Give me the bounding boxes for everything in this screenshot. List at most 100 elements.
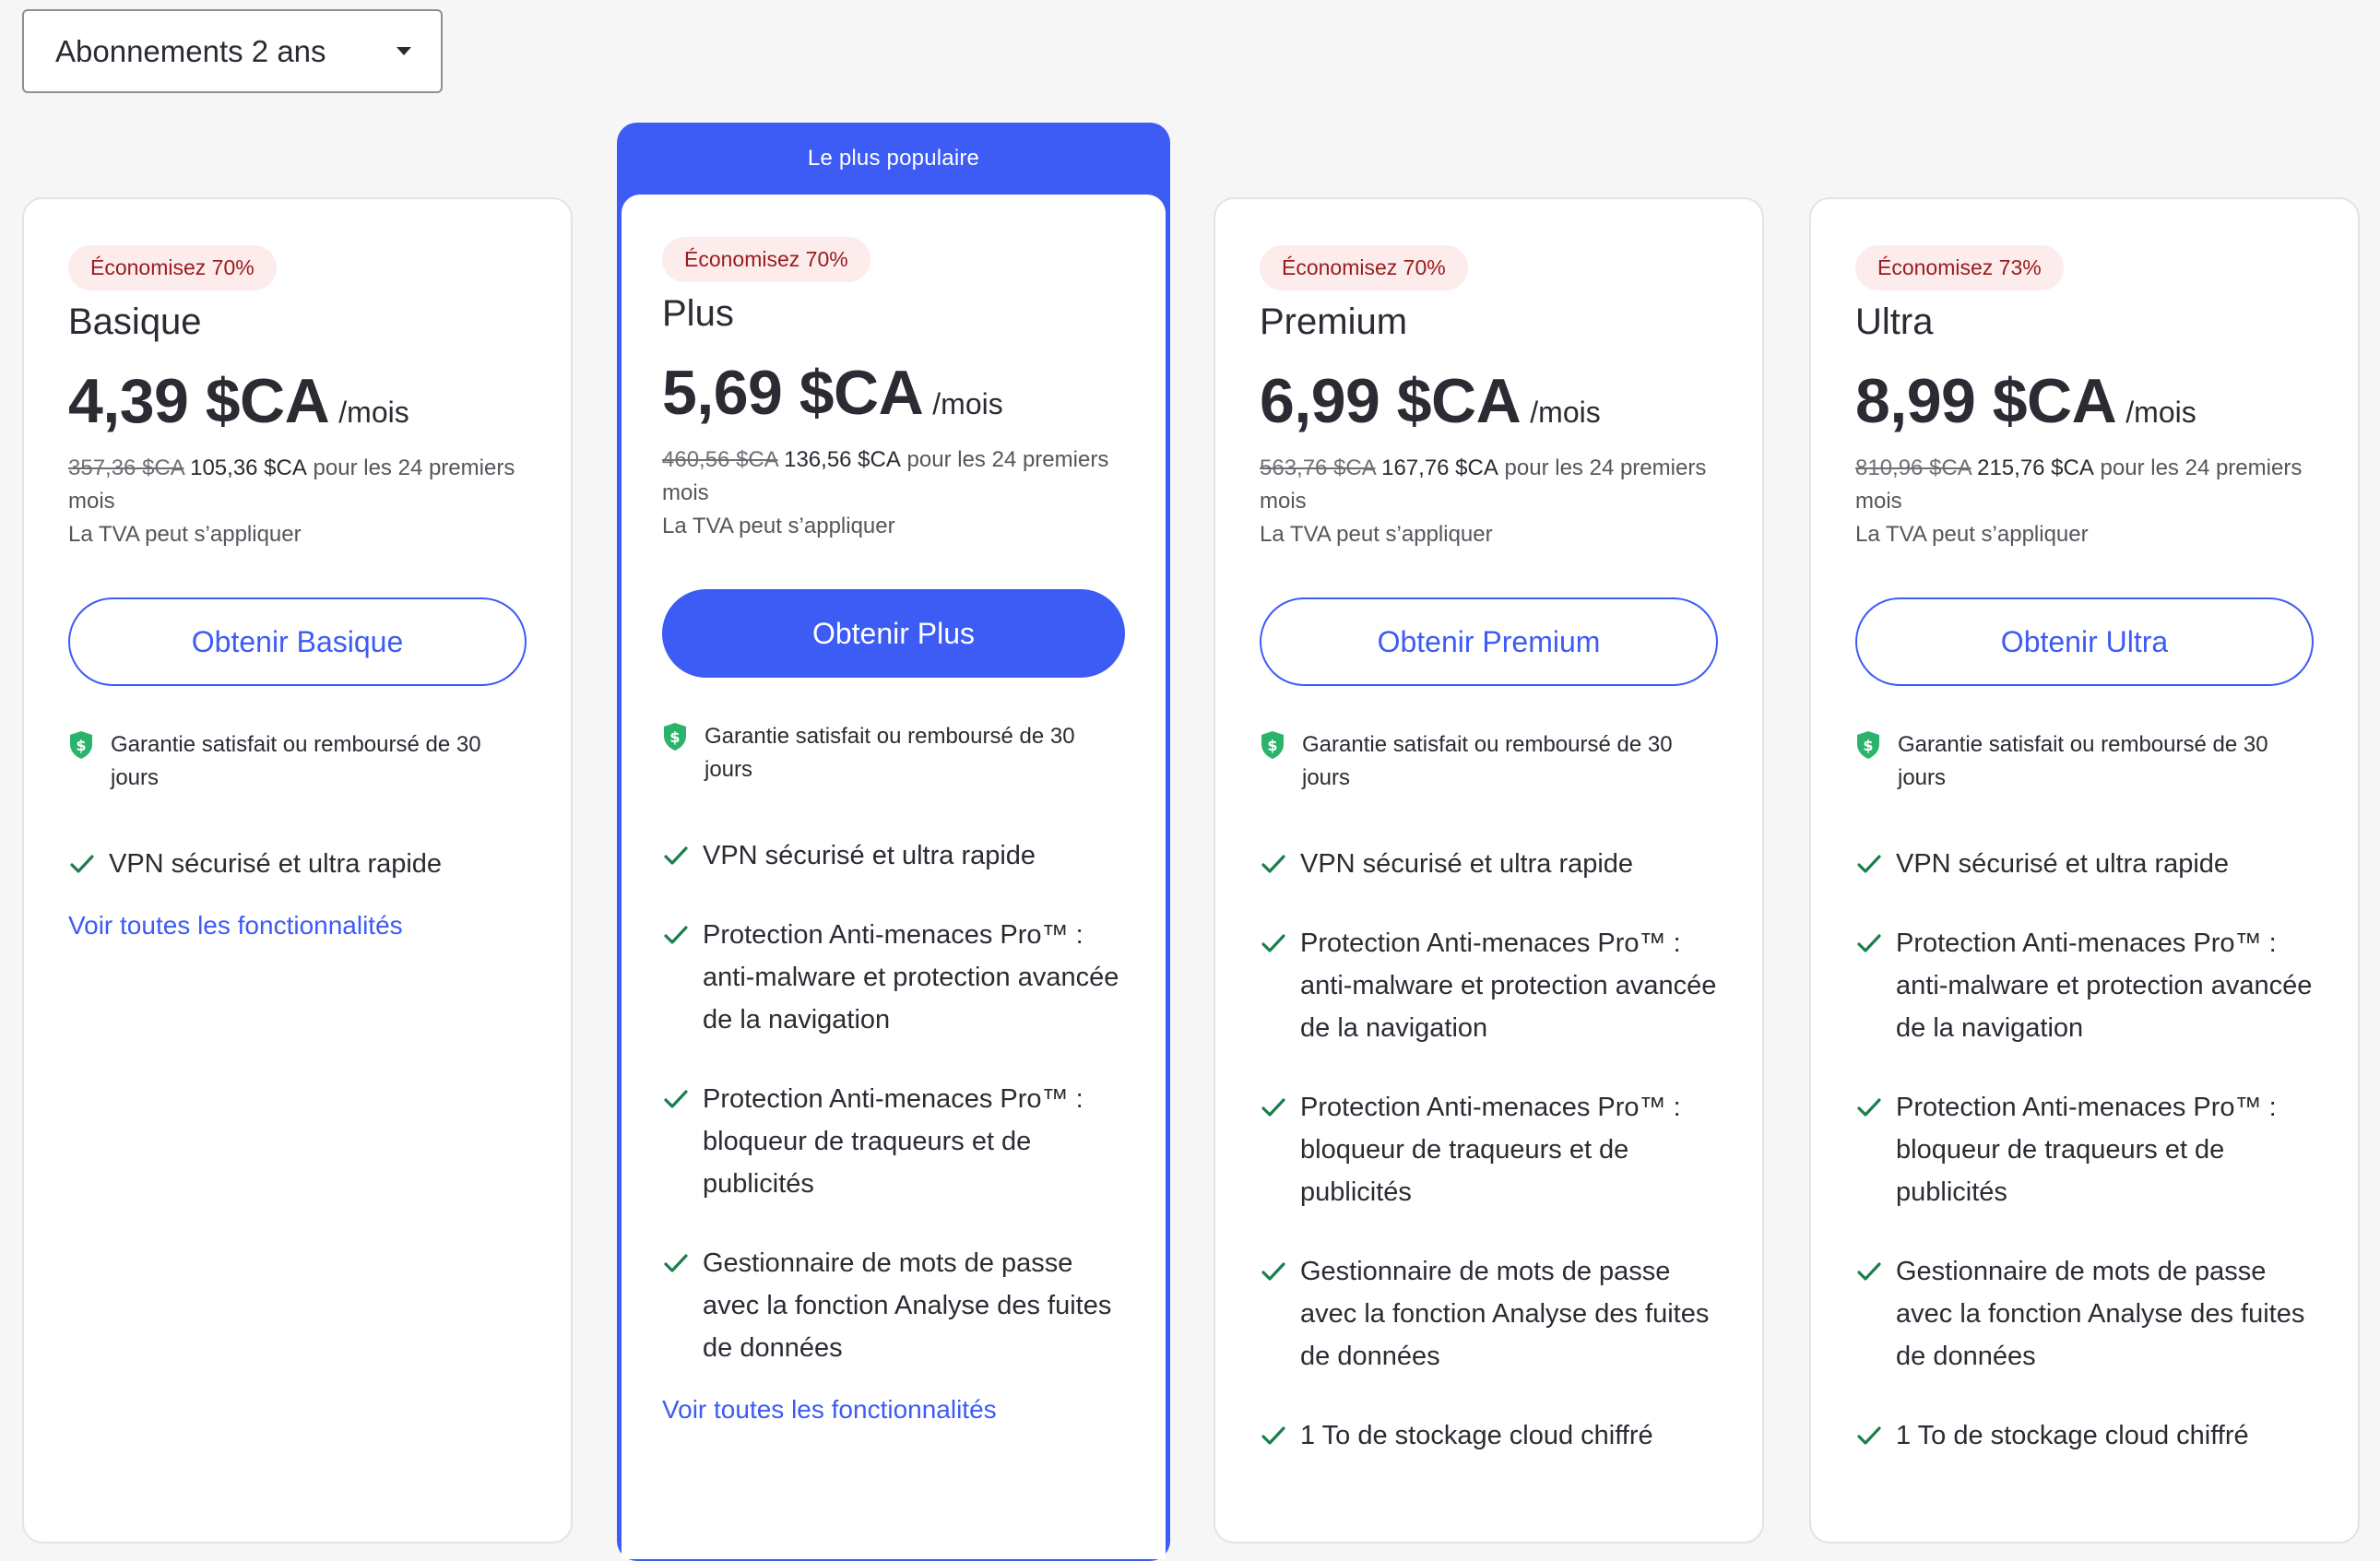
checkmark-icon bbox=[1261, 1098, 1285, 1117]
old-price: 563,76 $CA bbox=[1260, 455, 1376, 480]
feature-text: Protection Anti-menaces Pro™ : anti-malw… bbox=[1896, 928, 2313, 1043]
plan-card-basique: Économisez 70% Basique 4,39 $CA /mois 35… bbox=[22, 197, 573, 1543]
caret-down-icon bbox=[397, 47, 411, 55]
feature-item: VPN sécurisé et ultra rapide bbox=[662, 834, 1125, 877]
plan-price: 6,99 $CA bbox=[1260, 366, 1522, 436]
svg-text:$: $ bbox=[1267, 737, 1277, 754]
vat-note: La TVA peut s’appliquer bbox=[1260, 522, 1493, 547]
plan-card-ultra: Économisez 73% Ultra 8,99 $CA /mois 810,… bbox=[1809, 197, 2360, 1543]
feature-item: Gestionnaire de mots de passe avec la fo… bbox=[662, 1242, 1125, 1369]
get-basique-button[interactable]: Obtenir Basique bbox=[68, 597, 527, 686]
feature-item: VPN sécurisé et ultra rapide bbox=[1260, 843, 1718, 885]
price-row: 5,69 $CA /mois bbox=[662, 357, 1125, 429]
checkmark-icon bbox=[1261, 934, 1285, 952]
plan-price: 8,99 $CA bbox=[1855, 366, 2117, 436]
most-popular-banner: Le plus populaire bbox=[807, 146, 980, 171]
plan-price: 4,39 $CA bbox=[68, 366, 330, 436]
plan-name: Ultra bbox=[1855, 302, 1934, 342]
money-back-guarantee: $ Garantie satisfait ou remboursé de 30 … bbox=[1855, 728, 2314, 795]
guarantee-text: Garantie satisfait ou remboursé de 30 jo… bbox=[1898, 732, 2268, 790]
feature-text: Protection Anti-menaces Pro™ : bloqueur … bbox=[703, 1084, 1083, 1199]
feature-text: Gestionnaire de mots de passe avec la fo… bbox=[703, 1248, 1112, 1363]
feature-text: 1 To de stockage cloud chiffré bbox=[1896, 1421, 2249, 1450]
price-details: 460,56 $CA 136,56 $CA pour les 24 premie… bbox=[662, 443, 1125, 543]
new-price: 167,76 $CA bbox=[1381, 455, 1498, 480]
checkmark-icon bbox=[664, 1254, 688, 1272]
feature-item: Protection Anti-menaces Pro™ : anti-malw… bbox=[662, 914, 1125, 1041]
money-back-guarantee: $ Garantie satisfait ou remboursé de 30 … bbox=[662, 720, 1125, 786]
feature-item: Gestionnaire de mots de passe avec la fo… bbox=[1855, 1250, 2314, 1378]
shield-dollar-icon: $ bbox=[1857, 731, 1879, 759]
price-period: /mois bbox=[1530, 396, 1601, 429]
see-all-features-link[interactable]: Voir toutes les fonctionnalités bbox=[662, 1395, 1125, 1425]
checkmark-icon bbox=[1857, 1262, 1881, 1281]
feature-item: Protection Anti-menaces Pro™ : bloqueur … bbox=[1855, 1086, 2314, 1213]
price-row: 6,99 $CA /mois bbox=[1260, 365, 1718, 437]
svg-text:$: $ bbox=[76, 737, 86, 754]
price-period: /mois bbox=[338, 396, 409, 429]
old-price: 460,56 $CA bbox=[662, 447, 778, 472]
checkmark-icon bbox=[664, 846, 688, 865]
plan-card-plus-body: Économisez 70% Plus 5,69 $CA /mois 460,5… bbox=[622, 195, 1166, 1559]
feature-item: Gestionnaire de mots de passe avec la fo… bbox=[1260, 1250, 1718, 1378]
vat-note: La TVA peut s’appliquer bbox=[662, 514, 895, 538]
plan-card-premium: Économisez 70% Premium 6,99 $CA /mois 56… bbox=[1214, 197, 1764, 1543]
checkmark-icon bbox=[1857, 855, 1881, 873]
dropdown-label: Abonnements 2 ans bbox=[55, 33, 326, 68]
checkmark-icon bbox=[1857, 1098, 1881, 1117]
subscription-duration-dropdown[interactable]: Abonnements 2 ans bbox=[22, 9, 443, 93]
feature-item: 1 To de stockage cloud chiffré bbox=[1855, 1414, 2314, 1457]
feature-item: VPN sécurisé et ultra rapide bbox=[68, 843, 527, 885]
feature-item: Protection Anti-menaces Pro™ : anti-malw… bbox=[1260, 922, 1718, 1049]
checkmark-icon bbox=[1261, 855, 1285, 873]
feature-item: Protection Anti-menaces Pro™ : anti-malw… bbox=[1855, 922, 2314, 1049]
feature-list: VPN sécurisé et ultra rapide Protection … bbox=[662, 834, 1125, 1369]
feature-text: VPN sécurisé et ultra rapide bbox=[703, 841, 1036, 870]
money-back-guarantee: $ Garantie satisfait ou remboursé de 30 … bbox=[1260, 728, 1718, 795]
shield-dollar-icon: $ bbox=[1261, 731, 1284, 759]
savings-badge: Économisez 70% bbox=[68, 245, 277, 290]
feature-text: VPN sécurisé et ultra rapide bbox=[109, 849, 443, 879]
new-price: 105,36 $CA bbox=[190, 455, 307, 480]
get-premium-button[interactable]: Obtenir Premium bbox=[1260, 597, 1718, 686]
plan-card-plus: Le plus populaire Économisez 70% Plus 5,… bbox=[617, 123, 1170, 1561]
plan-name: Premium bbox=[1260, 302, 1408, 342]
checkmark-icon bbox=[664, 1090, 688, 1108]
price-details: 563,76 $CA 167,76 $CA pour les 24 premie… bbox=[1260, 452, 1718, 551]
feature-text: Gestionnaire de mots de passe avec la fo… bbox=[1896, 1257, 2305, 1371]
checkmark-icon bbox=[1857, 934, 1881, 952]
new-price: 215,76 $CA bbox=[1977, 455, 2094, 480]
feature-text: Protection Anti-menaces Pro™ : bloqueur … bbox=[1300, 1093, 1681, 1207]
guarantee-text: Garantie satisfait ou remboursé de 30 jo… bbox=[1302, 732, 1673, 790]
plan-name: Plus bbox=[662, 293, 734, 334]
svg-text:$: $ bbox=[669, 728, 680, 746]
shield-dollar-icon: $ bbox=[664, 723, 686, 751]
feature-list: VPN sécurisé et ultra rapide bbox=[68, 843, 527, 885]
get-plus-button[interactable]: Obtenir Plus bbox=[662, 589, 1125, 678]
feature-text: Gestionnaire de mots de passe avec la fo… bbox=[1300, 1257, 1710, 1371]
price-period: /mois bbox=[2125, 396, 2196, 429]
feature-text: VPN sécurisé et ultra rapide bbox=[1896, 849, 2230, 879]
price-row: 8,99 $CA /mois bbox=[1855, 365, 2314, 437]
plan-price: 5,69 $CA bbox=[662, 358, 924, 428]
checkmark-icon bbox=[664, 926, 688, 944]
get-ultra-button[interactable]: Obtenir Ultra bbox=[1855, 597, 2314, 686]
shield-dollar-icon: $ bbox=[70, 731, 92, 759]
feature-item: VPN sécurisé et ultra rapide bbox=[1855, 843, 2314, 885]
price-details: 810,96 $CA 215,76 $CA pour les 24 premie… bbox=[1855, 452, 2314, 551]
checkmark-icon bbox=[1261, 1426, 1285, 1445]
savings-badge: Économisez 73% bbox=[1855, 245, 2064, 290]
feature-item: 1 To de stockage cloud chiffré bbox=[1260, 1414, 1718, 1457]
price-details: 357,36 $CA 105,36 $CA pour les 24 premie… bbox=[68, 452, 527, 551]
vat-note: La TVA peut s’appliquer bbox=[68, 522, 302, 547]
see-all-features-link[interactable]: Voir toutes les fonctionnalités bbox=[68, 911, 527, 940]
feature-text: Protection Anti-menaces Pro™ : anti-malw… bbox=[1300, 928, 1717, 1043]
money-back-guarantee: $ Garantie satisfait ou remboursé de 30 … bbox=[68, 728, 527, 795]
feature-text: Protection Anti-menaces Pro™ : anti-malw… bbox=[703, 920, 1119, 1035]
plan-name: Basique bbox=[68, 302, 202, 342]
feature-item: Protection Anti-menaces Pro™ : bloqueur … bbox=[1260, 1086, 1718, 1213]
feature-text: 1 To de stockage cloud chiffré bbox=[1300, 1421, 1653, 1450]
new-price: 136,56 $CA bbox=[784, 447, 901, 472]
feature-text: Protection Anti-menaces Pro™ : bloqueur … bbox=[1896, 1093, 2277, 1207]
guarantee-text: Garantie satisfait ou remboursé de 30 jo… bbox=[705, 724, 1075, 782]
